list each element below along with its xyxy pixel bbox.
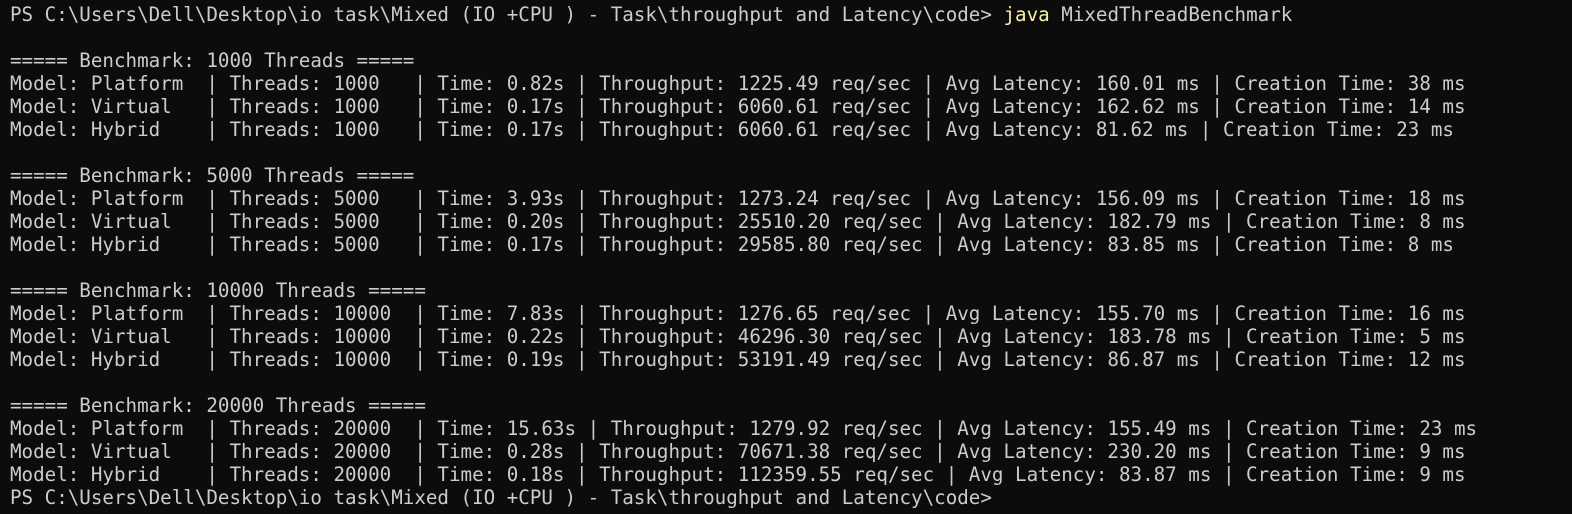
output-line: Model: Virtual | Threads: 5000 | Time: 0… xyxy=(10,210,1466,233)
command-line: PS C:\Users\Dell\Desktop\io task\Mixed (… xyxy=(10,3,1572,26)
prompt: PS C:\Users\Dell\Desktop\io task\Mixed (… xyxy=(10,3,992,26)
output-line: Model: Virtual | Threads: 1000 | Time: 0… xyxy=(10,95,1466,118)
output-line: Model: Platform | Threads: 1000 | Time: … xyxy=(10,72,1466,95)
benchmark-header: ===== Benchmark: 5000 Threads ===== xyxy=(10,164,415,187)
command-keyword: java xyxy=(1003,3,1050,26)
output-line: Model: Virtual | Threads: 10000 | Time: … xyxy=(10,325,1466,348)
final-prompt: PS C:\Users\Dell\Desktop\io task\Mixed (… xyxy=(10,486,992,509)
output-line: Model: Hybrid | Threads: 10000 | Time: 0… xyxy=(10,348,1466,371)
command-args: MixedThreadBenchmark xyxy=(1061,3,1293,26)
terminal-window[interactable]: PS C:\Users\Dell\Desktop\io task\Mixed (… xyxy=(0,0,1572,514)
output-line: Model: Hybrid | Threads: 1000 | Time: 0.… xyxy=(10,118,1454,141)
output-line: Model: Hybrid | Threads: 20000 | Time: 0… xyxy=(10,463,1466,486)
output-line: Model: Virtual | Threads: 20000 | Time: … xyxy=(10,440,1466,463)
benchmark-header: ===== Benchmark: 10000 Threads ===== xyxy=(10,279,426,302)
benchmark-header: ===== Benchmark: 20000 Threads ===== xyxy=(10,394,426,417)
output-line: Model: Hybrid | Threads: 5000 | Time: 0.… xyxy=(10,233,1454,256)
output-line: Model: Platform | Threads: 10000 | Time:… xyxy=(10,302,1466,325)
output-line: Model: Platform | Threads: 5000 | Time: … xyxy=(10,187,1466,210)
benchmark-header: ===== Benchmark: 1000 Threads ===== xyxy=(10,49,415,72)
output-line: Model: Platform | Threads: 20000 | Time:… xyxy=(10,417,1478,440)
